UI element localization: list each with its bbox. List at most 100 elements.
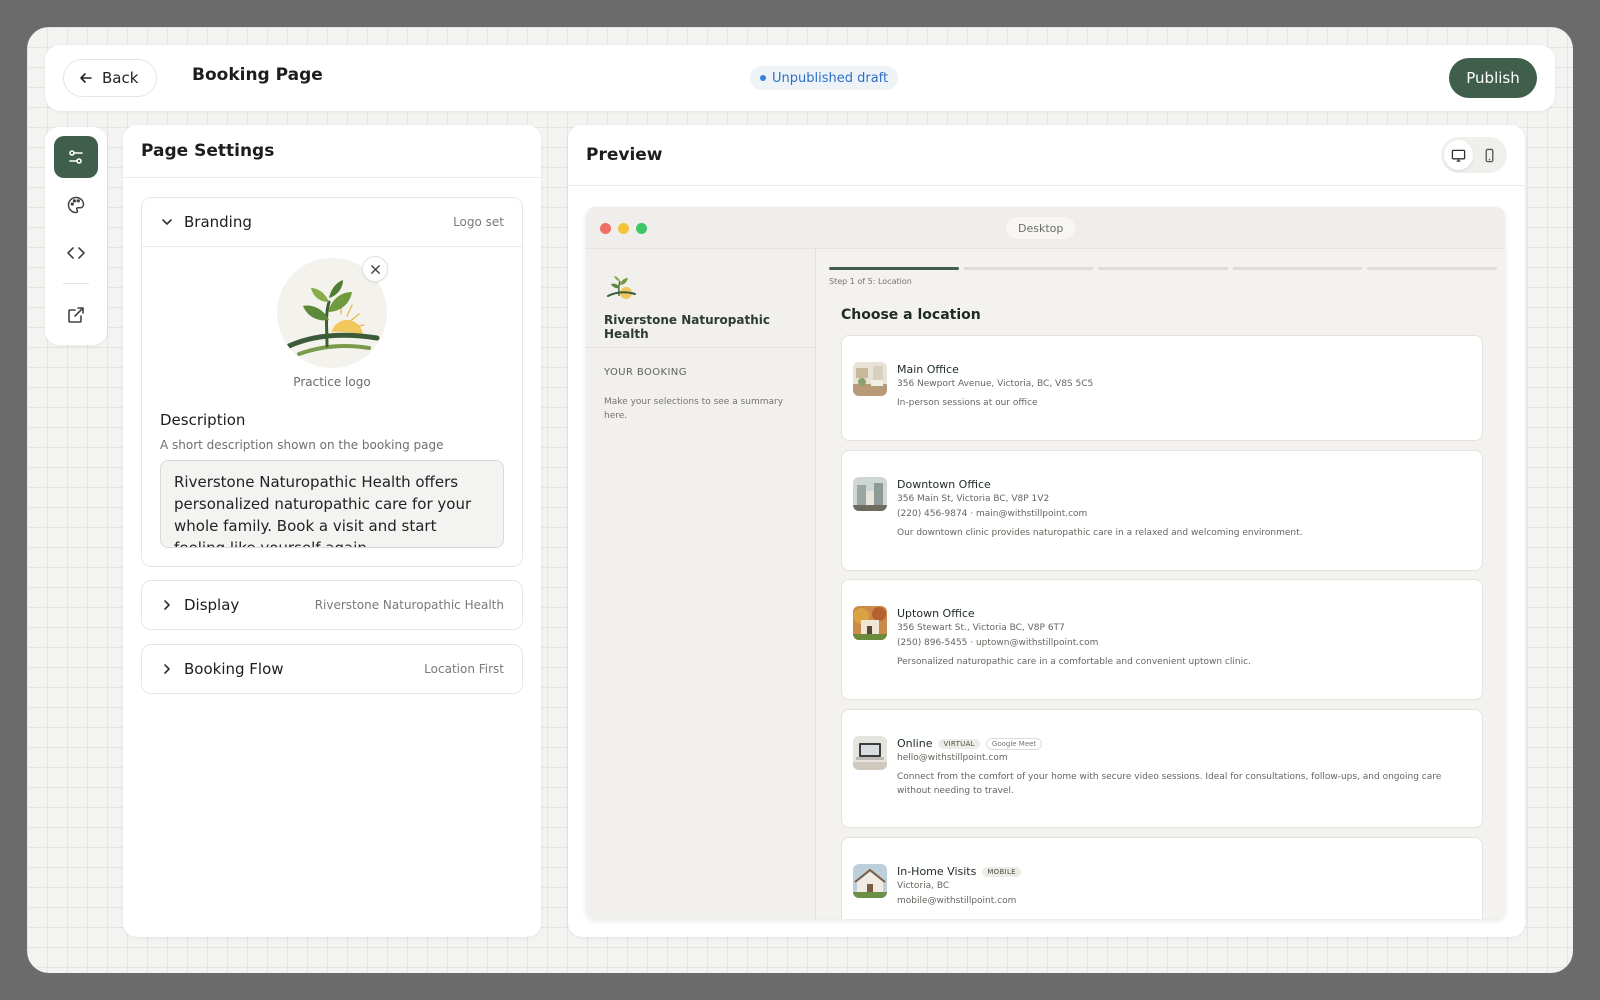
booking-summary-hint: Make your selections to see a summary he… (604, 397, 784, 421)
divider (123, 177, 541, 178)
window-maximize-dot (636, 223, 647, 234)
location-address: Victoria, BC (897, 881, 950, 891)
monitor-icon (1451, 149, 1466, 162)
back-label: Back (102, 69, 139, 87)
chevron-right-icon (164, 664, 170, 674)
branding-section: Branding Logo set Practice logo Descript… (141, 197, 523, 567)
step-progress (829, 267, 1497, 270)
booking-flow-header[interactable]: Booking Flow Location First (142, 645, 522, 693)
divider (568, 185, 1525, 186)
location-photo (853, 477, 887, 511)
branding-header[interactable]: Branding Logo set (142, 198, 522, 246)
location-card[interactable]: Online VIRTUAL Google Meet hello@withsti… (841, 709, 1483, 828)
location-address: 356 Stewart St., Victoria BC, V8P 6T7 (897, 623, 1065, 633)
location-description: In-person sessions at our office (897, 398, 1038, 408)
branding-meta: Logo set (453, 215, 504, 229)
practice-logo-small (607, 276, 636, 299)
location-description: Connect from the comfort of your home wi… (897, 772, 1442, 796)
settings-icon (69, 150, 83, 164)
preview-title: Preview (586, 145, 663, 165)
display-section: Display Riverstone Naturopathic Health (141, 580, 523, 630)
back-button[interactable]: Back (63, 59, 158, 97)
booking-flow-label: Booking Flow (184, 660, 284, 678)
smartphone-icon (1485, 148, 1494, 162)
publish-button[interactable]: Publish (1449, 58, 1537, 98)
chevron-down-icon (162, 219, 172, 225)
booking-main: Step 1 of 5: Location Choose a location … (817, 249, 1505, 919)
app-frame: Back Booking Page Unpublished draft Publ… (27, 27, 1573, 973)
browser-bar: Desktop (586, 207, 1505, 249)
booking-sidebar: Riverstone Naturopathic Health YOUR BOOK… (586, 249, 816, 919)
palette-icon (67, 196, 85, 214)
location-name: Uptown Office (897, 607, 975, 620)
location-name: Downtown Office (897, 478, 991, 491)
rail-settings-button[interactable] (54, 136, 98, 178)
step-segment (1232, 267, 1363, 270)
location-address: 356 Main St, Victoria BC, V8P 1V2 (897, 494, 1050, 504)
display-header[interactable]: Display Riverstone Naturopathic Health (142, 581, 522, 629)
rail-open-button[interactable] (54, 294, 98, 336)
location-address: 356 Newport Avenue, Victoria, BC, V8S 5C… (897, 379, 1094, 389)
location-description: Personalized naturopathic care in a comf… (897, 657, 1251, 667)
your-booking-heading: YOUR BOOKING (604, 367, 687, 378)
location-card[interactable]: Uptown Office 356 Stewart St., Victoria … (841, 579, 1483, 700)
description-help: A short description shown on the booking… (160, 438, 444, 452)
divider (586, 347, 815, 348)
window-close-dot (600, 223, 611, 234)
mobile-view-button[interactable] (1475, 140, 1504, 170)
window-minimize-dot (618, 223, 629, 234)
location-description: Our downtown clinic provides naturopathi… (897, 528, 1303, 538)
status-text: Unpublished draft (772, 70, 889, 86)
display-meta: Riverstone Naturopathic Health (314, 598, 504, 612)
location-photo (853, 736, 887, 770)
description-label: Description (160, 411, 246, 429)
location-card[interactable]: In-Home Visits MOBILE Victoria, BC mobil… (841, 837, 1483, 919)
rail-embed-button[interactable] (54, 232, 98, 274)
settings-panel: Page Settings Branding Logo set Practice… (123, 125, 541, 937)
tool-rail (45, 127, 107, 345)
location-contact: hello@withstillpoint.com (897, 753, 1008, 763)
external-link-icon (68, 307, 84, 323)
practice-name: Riverstone Naturopathic Health (604, 313, 770, 341)
location-photo (853, 606, 887, 640)
location-contact: (250) 896-5455 · uptown@withstillpoint.c… (897, 638, 1099, 648)
booking-flow-meta: Location First (424, 662, 504, 676)
preview-browser: Desktop Riverstone Naturopathic Health Y… (586, 207, 1505, 919)
arrow-left-icon (80, 73, 92, 83)
location-contact: (220) 456-9874 · main@withstillpoint.com (897, 509, 1088, 519)
top-bar: Back Booking Page Unpublished draft Publ… (45, 45, 1555, 111)
desktop-view-button[interactable] (1444, 140, 1473, 170)
page-title: Booking Page (192, 65, 323, 85)
chevron-right-icon (164, 600, 170, 610)
location-card[interactable]: Downtown Office 356 Main St, Victoria BC… (841, 450, 1483, 571)
code-icon (67, 247, 85, 259)
platform-badge: Google Meet (985, 737, 1043, 750)
location-name: Online (897, 737, 933, 750)
virtual-badge: VIRTUAL (938, 738, 980, 749)
step-segment (963, 267, 1094, 270)
status-dot-icon (760, 75, 766, 81)
location-name: Main Office (897, 363, 959, 376)
location-card[interactable]: Main Office 356 Newport Avenue, Victoria… (841, 335, 1483, 441)
step-segment (1367, 267, 1497, 270)
divider (142, 246, 522, 247)
location-photo (853, 864, 887, 898)
choose-location-heading: Choose a location (841, 307, 981, 323)
booking-flow-section: Booking Flow Location First (141, 644, 523, 694)
branding-label: Branding (184, 213, 252, 231)
close-icon (370, 264, 380, 274)
location-name: In-Home Visits (897, 865, 977, 878)
rail-divider (63, 283, 89, 284)
step-segment (829, 267, 959, 270)
description-field[interactable]: Riverstone Naturopathic Health offers pe… (160, 460, 504, 548)
logo-caption: Practice logo (293, 375, 371, 389)
location-photo (853, 362, 887, 396)
device-toggle (1441, 137, 1507, 173)
mobile-badge: MOBILE (982, 866, 1021, 877)
preview-panel: Preview Desktop Riverstone Naturopathic … (568, 125, 1525, 937)
device-label: Desktop (1006, 217, 1076, 239)
rail-theme-button[interactable] (54, 184, 98, 226)
remove-logo-button[interactable] (362, 256, 388, 282)
step-segment (1098, 267, 1228, 270)
step-label: Step 1 of 5: Location (829, 277, 912, 286)
